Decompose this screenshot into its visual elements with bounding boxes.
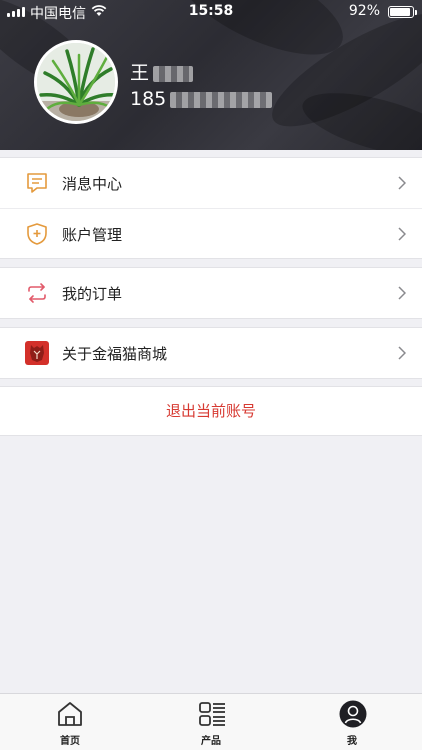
tab-home[interactable]: 首页 bbox=[30, 694, 110, 750]
menu-item-label: 账户管理 bbox=[62, 226, 123, 244]
shield-icon bbox=[27, 223, 47, 245]
chevron-right-icon bbox=[398, 346, 406, 360]
menu-item-my-orders[interactable]: 我的订单 bbox=[0, 268, 422, 318]
plant-photo bbox=[37, 43, 115, 121]
logout-button[interactable]: 退出当前账号 bbox=[0, 386, 422, 436]
chevron-right-icon bbox=[398, 227, 406, 241]
exchange-icon bbox=[28, 283, 46, 303]
menu-group-account: 消息中心 账户管理 bbox=[0, 157, 422, 259]
tab-label: 我 bbox=[347, 736, 357, 747]
status-bar: 中国电信 15:58 92% bbox=[0, 0, 422, 24]
tab-bar: 首页 产品 我 bbox=[0, 693, 422, 750]
menu-item-label: 关于金福猫商城 bbox=[62, 345, 168, 363]
user-name: 王 bbox=[130, 58, 194, 85]
menu-item-about[interactable]: 关于金福猫商城 bbox=[0, 328, 422, 378]
menu-item-message-center[interactable]: 消息中心 bbox=[0, 158, 422, 208]
home-icon bbox=[58, 702, 82, 726]
menu-item-account-management[interactable]: 账户管理 bbox=[0, 208, 422, 258]
tab-label: 首页 bbox=[60, 736, 80, 747]
menu-item-label: 我的订单 bbox=[62, 285, 123, 303]
battery-percent: 92% bbox=[348, 3, 380, 19]
user-phone: 185 bbox=[130, 88, 273, 110]
menu-group-orders: 我的订单 bbox=[0, 267, 422, 319]
user-icon bbox=[339, 700, 367, 728]
battery-icon bbox=[388, 6, 417, 18]
tab-products[interactable]: 产品 bbox=[171, 694, 251, 750]
profile-header: 中国电信 15:58 92% 王 185 bbox=[0, 0, 422, 150]
tab-label: 产品 bbox=[201, 736, 221, 747]
message-icon bbox=[27, 173, 47, 193]
brand-logo-icon bbox=[25, 341, 49, 365]
tab-me[interactable]: 我 bbox=[312, 694, 392, 750]
menu-item-label: 消息中心 bbox=[62, 175, 123, 193]
redacted-mask bbox=[153, 65, 194, 82]
avatar[interactable] bbox=[34, 40, 118, 124]
product-list-icon bbox=[199, 702, 225, 726]
menu-group-about: 关于金福猫商城 bbox=[0, 327, 422, 379]
chevron-right-icon bbox=[398, 286, 406, 300]
chevron-right-icon bbox=[398, 176, 406, 190]
redacted-mask bbox=[170, 91, 273, 108]
